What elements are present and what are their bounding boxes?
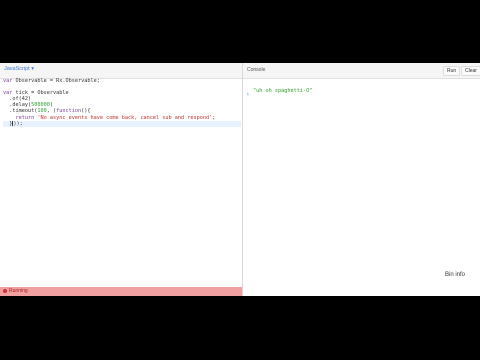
console-panel: Console Run Clear "uh oh spaghetti-O" › …: [243, 63, 480, 296]
run-button[interactable]: Run: [443, 66, 461, 76]
javascript-dropdown[interactable]: JavaScript ▾: [4, 66, 34, 72]
bin-info-button[interactable]: Bin info: [445, 272, 466, 278]
error-status-bar: Running: [0, 287, 242, 296]
clear-button[interactable]: Clear: [461, 66, 480, 76]
code-editor[interactable]: var Observable = Rx.Observable; var tick …: [3, 78, 241, 127]
javascript-panel-header: JavaScript ▾: [0, 63, 242, 79]
status-text: Running: [9, 288, 28, 294]
console-prompt[interactable]: ›: [246, 91, 250, 98]
jsbin-window: JavaScript ▾ var Observable = Rx.Observa…: [0, 63, 480, 296]
active-line-highlight: [3, 120, 241, 127]
console-label: Console: [247, 67, 266, 73]
javascript-panel: JavaScript ▾ var Observable = Rx.Observa…: [0, 63, 243, 296]
console-panel-header: Console Run Clear: [243, 63, 480, 79]
error-icon: [3, 289, 7, 293]
code-line[interactable]: }));: [3, 120, 241, 127]
console-output-line: "uh oh spaghetti-O": [253, 88, 313, 94]
